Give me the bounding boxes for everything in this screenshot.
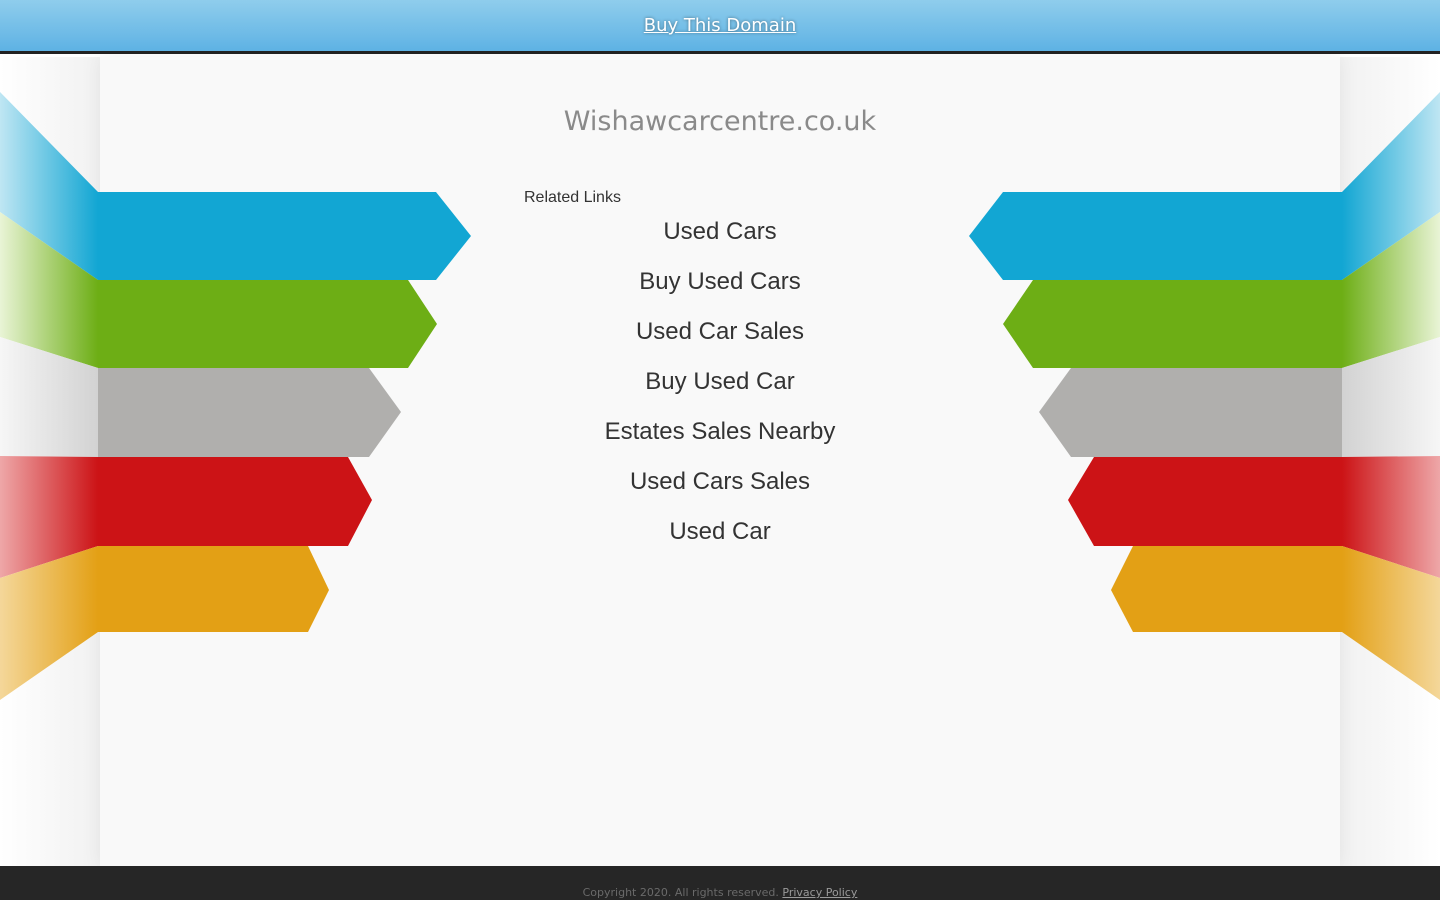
related-links-list: Used Cars Buy Used Cars Used Car Sales B… [524,213,916,563]
buy-domain-link[interactable]: Buy This Domain [644,15,796,36]
list-item: Used Car [524,513,916,563]
right-side-shade [1340,57,1440,866]
footer: Copyright 2020. All rights reserved. Pri… [0,866,1440,900]
list-item: Buy Used Car [524,363,916,413]
copyright-text: Copyright 2020. All rights reserved. [582,886,779,899]
related-link[interactable]: Estates Sales Nearby [605,418,836,445]
list-item: Used Cars Sales [524,463,916,513]
domain-title: Wishawcarcentre.co.uk [563,106,877,137]
related-link[interactable]: Used Cars Sales [630,468,810,495]
related-link[interactable]: Used Cars [663,218,776,245]
privacy-policy-link[interactable]: Privacy Policy [782,886,857,899]
list-item: Used Cars [524,213,916,263]
related-link[interactable]: Used Car [669,518,770,545]
list-item: Used Car Sales [524,313,916,363]
related-links-label: Related Links [524,189,621,206]
list-item: Estates Sales Nearby [524,413,916,463]
left-side-shade [0,57,100,866]
related-links-section: Related Links Used Cars Buy Used Cars Us… [524,189,916,563]
footer-text: Copyright 2020. All rights reserved. Pri… [0,866,1440,899]
list-item: Buy Used Cars [524,263,916,313]
related-link[interactable]: Buy Used Car [645,368,794,395]
related-link[interactable]: Used Car Sales [636,318,804,345]
top-bar: Buy This Domain [0,0,1440,54]
related-link[interactable]: Buy Used Cars [639,268,800,295]
